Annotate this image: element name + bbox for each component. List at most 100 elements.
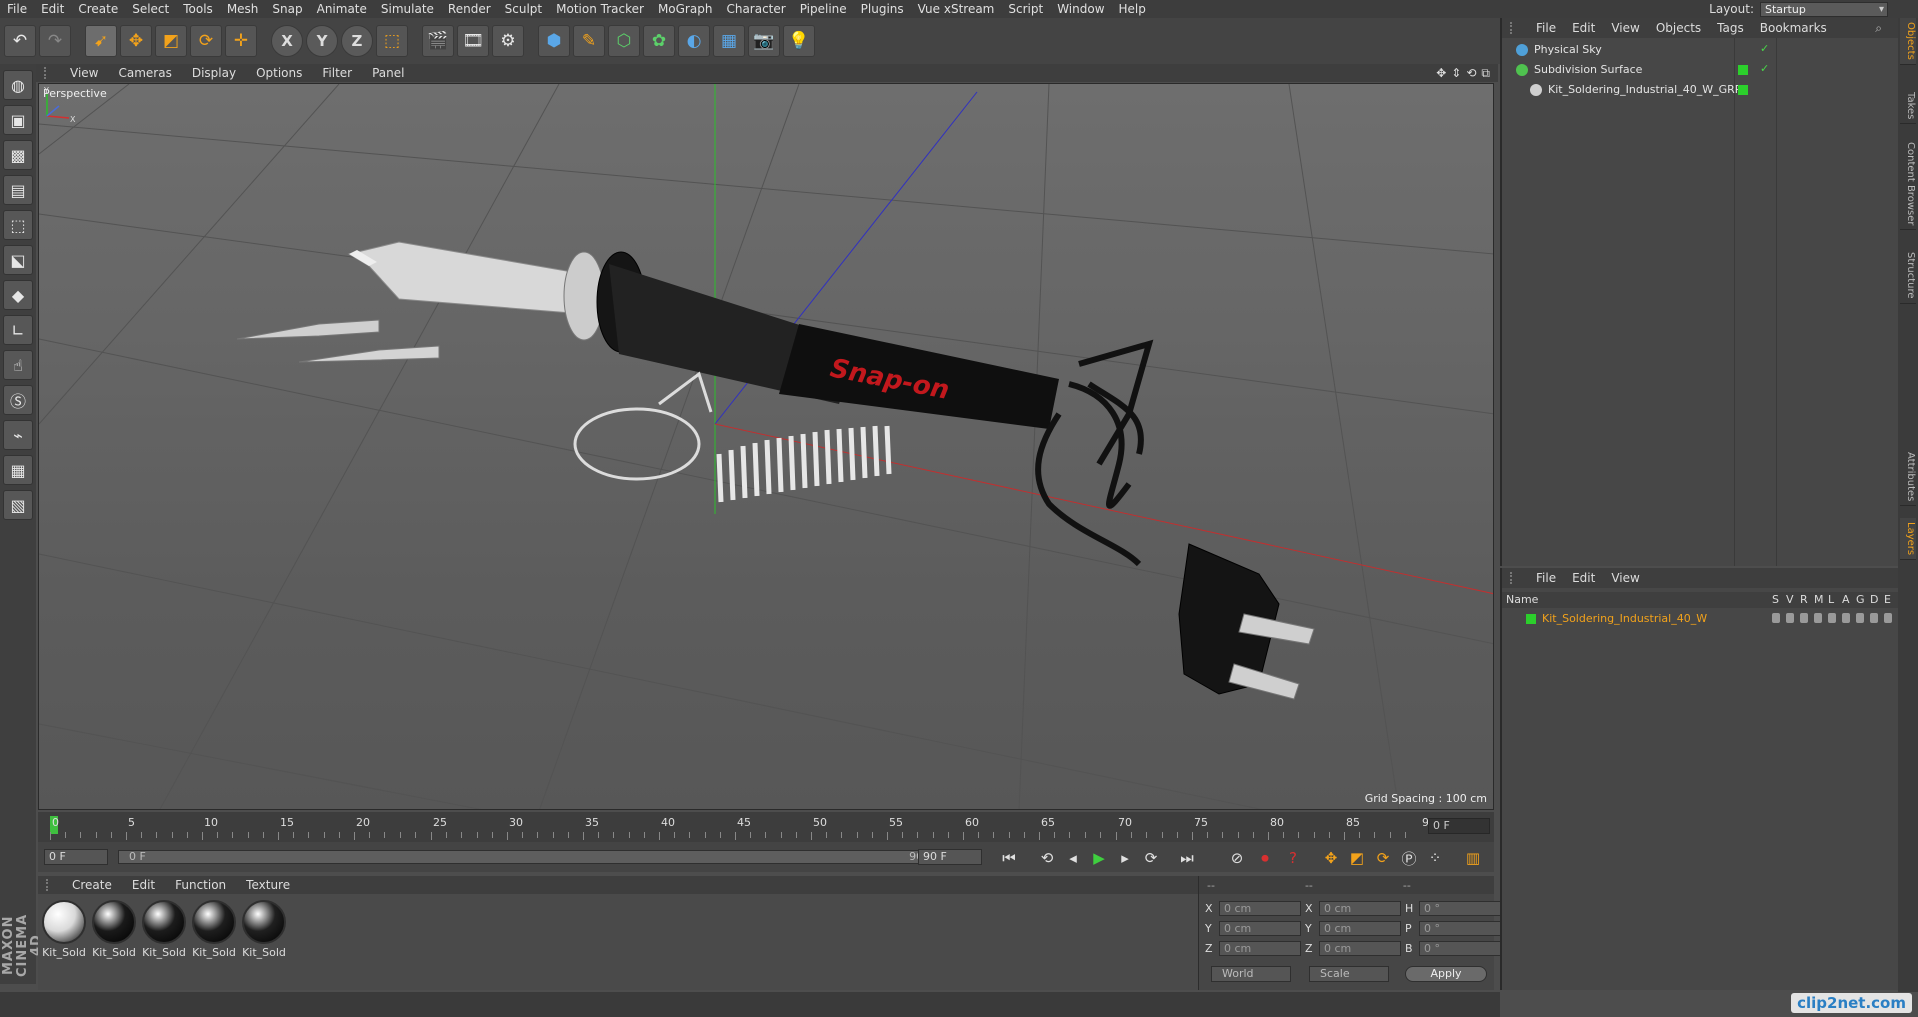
layer-toggle-icon[interactable]	[1870, 613, 1878, 623]
key-pla-icon[interactable]: ⁘	[1424, 847, 1446, 869]
menu-edit[interactable]: Edit	[34, 0, 71, 18]
menu-script[interactable]: Script	[1001, 0, 1050, 18]
camera-icon[interactable]: 📷	[748, 25, 780, 57]
layer-toggle-icon[interactable]	[1800, 613, 1808, 623]
menu-pipeline[interactable]: Pipeline	[793, 0, 854, 18]
points-mode-icon[interactable]: ⬚	[3, 210, 33, 240]
menu-mograph[interactable]: MoGraph	[651, 0, 720, 18]
menu-animate[interactable]: Animate	[310, 0, 374, 18]
viewport-menu-display[interactable]: Display	[182, 66, 246, 80]
coord-value-field[interactable]: 0 °	[1419, 920, 1501, 936]
apply-button[interactable]: Apply	[1405, 966, 1487, 982]
perspective-viewport[interactable]: Snap-on Perspective Grid Spacing: 100 c…	[38, 83, 1494, 810]
menu-simulate[interactable]: Simulate	[374, 0, 441, 18]
material-swatch[interactable]: Kit_Sold	[92, 900, 136, 959]
layer-name[interactable]: Kit_Soldering_Industrial_40_W	[1542, 612, 1707, 625]
x-axis-lock-icon[interactable]: X	[271, 25, 303, 57]
dolly-icon[interactable]: ⇕	[1451, 66, 1461, 81]
menu-snap[interactable]: Snap	[265, 0, 309, 18]
layer-toggle-icon[interactable]	[1814, 613, 1822, 623]
viewport-menu-filter[interactable]: Filter	[312, 66, 362, 80]
enabled-check-icon[interactable]: ✓	[1760, 62, 1769, 75]
scale-icon[interactable]: ◩	[155, 25, 187, 57]
layer-toggle-icon[interactable]	[1856, 613, 1864, 623]
redo-icon[interactable]: ↷	[39, 25, 71, 57]
material-swatch[interactable]: Kit_Sold	[142, 900, 186, 959]
layer-toggle-icon[interactable]	[1772, 613, 1780, 623]
render-view-icon[interactable]: 🎬	[422, 25, 454, 57]
layer-toggle-icon[interactable]	[1842, 613, 1850, 623]
orbit-icon[interactable]: ⟲	[1466, 66, 1476, 81]
material-menu-create[interactable]: Create	[62, 878, 122, 892]
coord-value-field[interactable]: 0 cm	[1319, 920, 1401, 936]
dock-tab-takes[interactable]: Takes	[1900, 88, 1916, 125]
record-off-icon[interactable]: ⊘	[1226, 847, 1248, 869]
frame-ruler[interactable]: 051015202530354045505560657075808590	[50, 812, 1436, 840]
dock-tab-objects[interactable]: Objects	[1900, 18, 1916, 65]
solo-mode-icon[interactable]: Ⓢ	[3, 385, 33, 415]
floor-icon[interactable]: ▦	[713, 25, 745, 57]
menu-window[interactable]: Window	[1050, 0, 1111, 18]
previous-key-icon[interactable]: ⟲	[1036, 847, 1058, 869]
live-selection-icon[interactable]: ➹	[85, 25, 117, 57]
menu-plugins[interactable]: Plugins	[854, 0, 911, 18]
render-settings-icon[interactable]: ⚙	[492, 25, 524, 57]
model-mode-icon[interactable]: ▣	[3, 105, 33, 135]
menu-vue-xstream[interactable]: Vue xStream	[911, 0, 1002, 18]
object-menu-objects[interactable]: Objects	[1648, 21, 1709, 35]
material-menu-texture[interactable]: Texture	[236, 878, 300, 892]
coord-value-field[interactable]: 0 cm	[1219, 920, 1301, 936]
dock-tab-layers[interactable]: Layers	[1900, 518, 1916, 561]
coord-value-field[interactable]: 0 cm	[1319, 900, 1401, 916]
subdivision-icon[interactable]: ⬡	[608, 25, 640, 57]
object-menu-file[interactable]: File	[1528, 21, 1564, 35]
render-picture-viewer-icon[interactable]: 🎞	[457, 25, 489, 57]
coord-value-field[interactable]: 0 cm	[1219, 900, 1301, 916]
light-icon[interactable]: 💡	[783, 25, 815, 57]
deformer-icon[interactable]: ◐	[678, 25, 710, 57]
object-name[interactable]: Kit_Soldering_Industrial_40_W_GRP	[1548, 83, 1741, 96]
layer-menu-file[interactable]: File	[1528, 571, 1564, 585]
layer-toggle-icon[interactable]	[1884, 613, 1892, 623]
coord-value-field[interactable]: 0 cm	[1319, 940, 1401, 956]
layer-menu-view[interactable]: View	[1603, 571, 1647, 585]
enabled-check-icon[interactable]: ✓	[1760, 42, 1769, 55]
workplane-lock-icon[interactable]: ▦	[3, 455, 33, 485]
object-row[interactable]: Kit_Soldering_Industrial_40_W_GRP	[1502, 80, 1898, 100]
object-name[interactable]: Subdivision Surface	[1534, 63, 1642, 76]
dock-tab-content-browser[interactable]: Content Browser	[1900, 138, 1916, 231]
coordinate-mode-dropdown[interactable]: Scale	[1309, 966, 1389, 982]
layer-color-swatch[interactable]	[1526, 614, 1536, 624]
menu-mesh[interactable]: Mesh	[220, 0, 266, 18]
go-to-end-icon[interactable]: ⏭	[1176, 847, 1198, 869]
menu-tools[interactable]: Tools	[176, 0, 220, 18]
coordinate-system-icon[interactable]: ⬚	[376, 25, 408, 57]
polygons-mode-icon[interactable]: ◆	[3, 280, 33, 310]
material-swatch[interactable]: Kit_Sold	[242, 900, 286, 959]
texture-mode-icon[interactable]: ▩	[3, 140, 33, 170]
recent-tool-icon[interactable]: ✛	[225, 25, 257, 57]
material-swatch[interactable]: Kit_Sold	[42, 900, 86, 959]
key-rotation-icon[interactable]: ⟳	[1372, 847, 1394, 869]
menu-select[interactable]: Select	[125, 0, 176, 18]
pen-icon[interactable]: ✎	[573, 25, 605, 57]
z-axis-lock-icon[interactable]: Z	[341, 25, 373, 57]
edges-mode-icon[interactable]: ⬕	[3, 245, 33, 275]
record-keys-icon[interactable]: ⏺	[1254, 847, 1276, 869]
previous-frame-icon[interactable]: ◂	[1062, 847, 1084, 869]
undo-icon[interactable]: ↶	[4, 25, 36, 57]
coord-value-field[interactable]: 0 °	[1419, 940, 1501, 956]
next-key-icon[interactable]: ⟳	[1140, 847, 1162, 869]
search-icon[interactable]: ⌕	[1875, 21, 1882, 36]
object-menu-bookmarks[interactable]: Bookmarks	[1752, 21, 1835, 35]
axis-mode-icon[interactable]: ∟	[3, 315, 33, 345]
start-frame-field[interactable]: 0 F	[44, 849, 108, 865]
menu-create[interactable]: Create	[71, 0, 125, 18]
timeline-ruler[interactable]: 051015202530354045505560657075808590 0 F	[38, 812, 1494, 842]
layout-dropdown[interactable]: Startup	[1760, 1, 1888, 17]
end-frame-field[interactable]: 90 F	[918, 849, 982, 865]
tweak-mode-icon[interactable]: ☝	[3, 350, 33, 380]
viewport-menu-options[interactable]: Options	[246, 66, 312, 80]
make-editable-icon[interactable]: ◍	[3, 70, 33, 100]
dock-tab-structure[interactable]: Structure	[1900, 248, 1916, 304]
